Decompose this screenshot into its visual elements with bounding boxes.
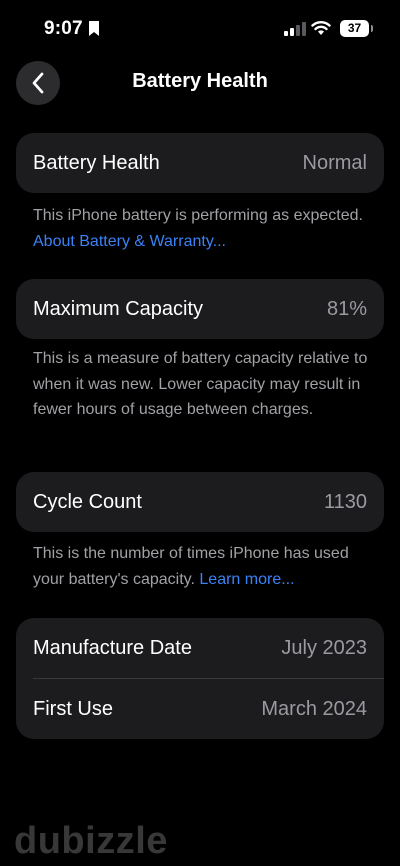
dates-card: Manufacture Date July 2023 First Use Mar… <box>16 618 384 739</box>
battery-level: 37 <box>340 20 369 37</box>
battery-health-row: Battery Health Normal <box>16 133 384 193</box>
manufacture-date-row: Manufacture Date July 2023 <box>16 618 384 678</box>
manufacture-date-value: July 2023 <box>281 636 367 659</box>
maximum-capacity-note: This is a measure of battery capacity re… <box>33 350 368 418</box>
battery-health-label: Battery Health <box>33 151 160 174</box>
status-time: 9:07 <box>44 18 83 39</box>
maximum-capacity-row: Maximum Capacity 81% <box>16 279 384 339</box>
maximum-capacity-card: Maximum Capacity 81% <box>16 279 384 339</box>
manufacture-date-label: Manufacture Date <box>33 636 192 659</box>
cellular-signal-icon <box>284 22 306 36</box>
cycle-count-label: Cycle Count <box>33 490 142 513</box>
status-bar: 9:07 37 <box>0 0 400 56</box>
first-use-row: First Use March 2024 <box>16 679 384 739</box>
battery-health-note: This iPhone battery is performing as exp… <box>33 203 378 254</box>
page-title: Battery Health <box>132 70 268 92</box>
battery-health-card: Battery Health Normal <box>16 133 384 193</box>
wifi-icon <box>311 21 331 35</box>
cycle-count-row: Cycle Count 1130 <box>16 472 384 532</box>
maximum-capacity-label: Maximum Capacity <box>33 297 204 320</box>
cycle-count-value: 1130 <box>323 490 367 513</box>
cycle-count-note: This is the number of times iPhone has u… <box>33 541 378 592</box>
cycle-count-note-text: This is the number of times iPhone has u… <box>33 545 349 588</box>
battery-health-value: Normal <box>302 151 367 174</box>
dubizzle-watermark: dubizzle <box>14 820 168 862</box>
battery-health-note-text: This iPhone battery is performing as exp… <box>33 207 363 224</box>
maximum-capacity-value: 81% <box>326 297 367 320</box>
learn-more-link[interactable]: Learn more... <box>199 571 294 588</box>
about-battery-warranty-link[interactable]: About Battery & Warranty... <box>33 233 226 250</box>
first-use-value: March 2024 <box>261 697 367 720</box>
bookmark-icon <box>89 21 99 36</box>
battery-icon: 37 <box>340 20 374 37</box>
first-use-label: First Use <box>33 697 113 720</box>
cycle-count-card: Cycle Count 1130 <box>16 472 384 532</box>
